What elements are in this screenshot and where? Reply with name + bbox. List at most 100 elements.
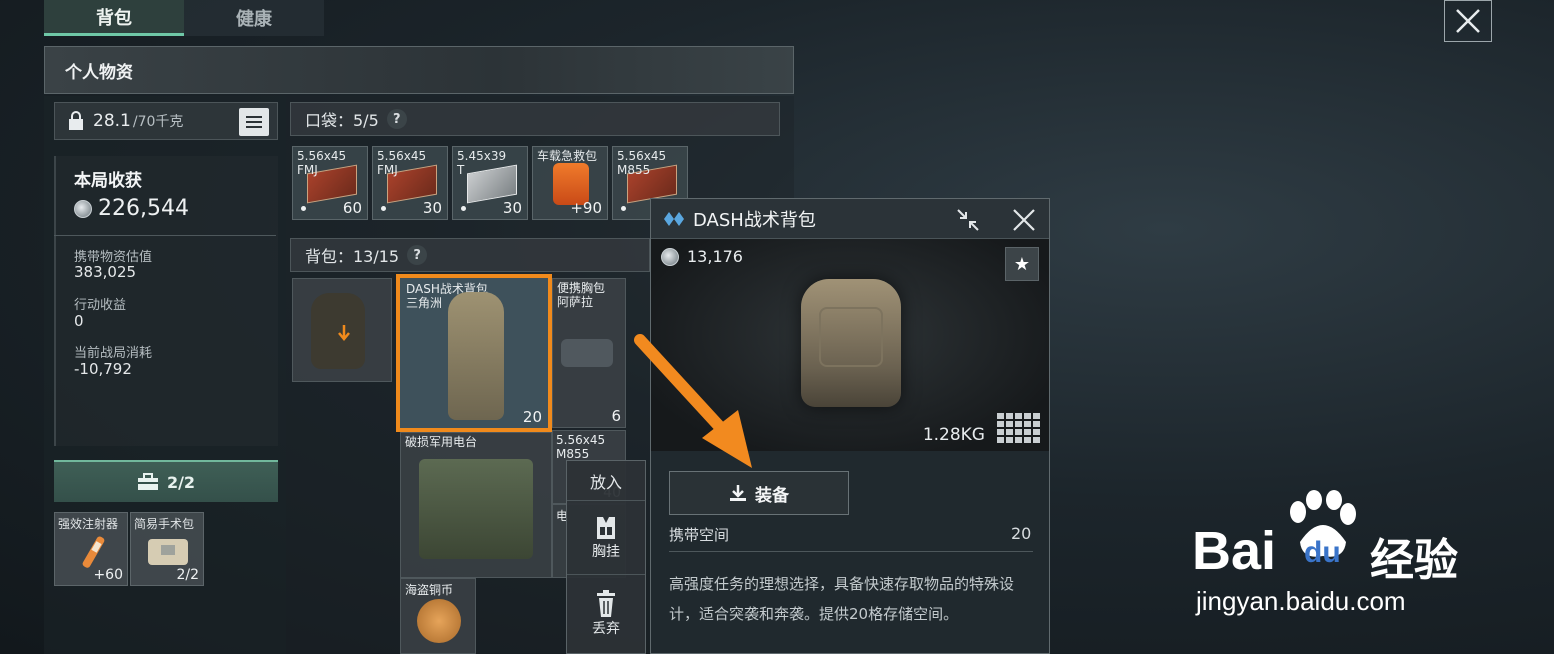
equip-label: 装备 xyxy=(755,485,789,506)
secure-slot-button[interactable]: 2/2 xyxy=(54,460,278,502)
favorite-button[interactable]: ★ xyxy=(1005,247,1039,281)
pocket-item-name: 5.56x45 FMJ xyxy=(377,149,427,177)
pockets-header: 口袋：5/5 ? xyxy=(290,102,780,136)
detail-backpack-image xyxy=(801,279,901,407)
backpack-header-label: 背包：13/15 xyxy=(305,247,400,266)
context-menu: 放入 胸挂 丢弃 xyxy=(566,460,646,654)
backpack-header: 背包：13/15 ? xyxy=(290,238,650,272)
radio-icon xyxy=(419,459,533,559)
slot-item-count: 2/2 xyxy=(176,567,199,583)
help-icon[interactable]: ? xyxy=(407,245,428,265)
menu-discard[interactable]: 丢弃 xyxy=(567,575,645,653)
item-name: 破损军用电台 xyxy=(405,435,478,449)
cost-value: -10,792 xyxy=(74,360,132,378)
watermark-url: jingyan.baidu.com xyxy=(1196,586,1406,616)
collapse-icon[interactable] xyxy=(955,207,981,233)
pirate-coin-icon xyxy=(417,599,461,643)
pocket-item[interactable]: 5.56x45 FMJ 30 xyxy=(372,146,448,220)
pocket-item-name: 车载急救包 xyxy=(537,149,598,163)
watermark-du: du xyxy=(1304,536,1341,569)
item-sub: 阿萨拉 xyxy=(557,295,594,309)
pocket-item[interactable]: 5.45x39 T 30 xyxy=(452,146,528,220)
slot-item-surgery-kit[interactable]: 简易手术包 2/2 xyxy=(130,512,204,586)
earnings-total-value: 226,544 xyxy=(98,196,189,221)
earnings-total: 226,544 xyxy=(74,196,189,221)
rarity-diamond-icon xyxy=(664,211,684,226)
chest-rig-icon xyxy=(597,516,615,539)
help-icon[interactable]: ? xyxy=(386,109,407,129)
pocket-item-count: 60 xyxy=(342,199,362,217)
weight-lock-icon xyxy=(69,111,83,130)
item-capacity: 6 xyxy=(611,407,621,425)
weight-current: 28.1 xyxy=(93,111,131,131)
close-button[interactable] xyxy=(1444,0,1492,42)
backpack-item-radio[interactable]: 破损军用电台 xyxy=(400,432,552,578)
secure-slot-count: 2/2 xyxy=(166,472,196,492)
slot-item-injector[interactable]: 强效注射器 +60 xyxy=(54,512,128,586)
close-icon xyxy=(1456,9,1480,33)
detail-header: DASH战术背包 xyxy=(651,199,1049,239)
menu-chest-rig-label: 胸挂 xyxy=(592,543,620,560)
detail-close-icon[interactable] xyxy=(1011,207,1037,233)
backpack-item-dash[interactable]: DASH战术背包 三角洲 20 xyxy=(396,274,552,432)
pocket-item-count: 30 xyxy=(502,199,522,217)
detail-price-value: 13,176 xyxy=(687,247,743,266)
pocket-item-name: 5.45x39 T xyxy=(457,149,507,177)
section-title: 个人物资 xyxy=(44,46,794,94)
pocket-item[interactable]: 车载急救包 +90 xyxy=(532,146,608,220)
trash-icon xyxy=(597,590,615,617)
backpack-item-bag[interactable] xyxy=(292,278,392,382)
slot-item-name: 强效注射器 xyxy=(58,517,119,531)
tab-backpack[interactable]: 背包 xyxy=(44,0,184,36)
cost-label: 当前战局消耗 xyxy=(74,346,153,361)
watermark-suffix: 经验 xyxy=(1370,536,1458,585)
star-icon: ★ xyxy=(1013,253,1031,275)
detail-title: DASH战术背包 xyxy=(693,209,816,231)
briefcase-icon xyxy=(137,473,158,490)
pocket-item-count: +90 xyxy=(570,199,602,217)
backpack-item-chest-bag[interactable]: 便携胸包 阿萨拉 6 xyxy=(552,278,626,428)
pocket-item-count: 30 xyxy=(422,199,442,217)
tutorial-arrow-icon xyxy=(634,334,752,468)
list-view-button[interactable] xyxy=(239,108,269,136)
coin-icon xyxy=(661,247,679,266)
item-name: 海盗铜币 xyxy=(405,583,454,597)
pocket-item-name: 5.56x45 FMJ xyxy=(297,149,347,177)
item-capacity: 20 xyxy=(522,408,542,426)
pocket-item[interactable]: 5.56x45 FMJ 60 xyxy=(292,146,368,220)
detail-weight: 1.28KG xyxy=(922,425,985,445)
dash-backpack-icon xyxy=(448,292,504,420)
pockets-header-label: 口袋：5/5 xyxy=(305,111,379,130)
watermark-brand: Bai xyxy=(1192,521,1277,581)
tab-bar: 背包 健康 xyxy=(44,0,324,38)
item-name: 5.56x45 M855 xyxy=(556,433,606,461)
menu-discard-label: 丢弃 xyxy=(592,621,620,637)
item-name: 便携胸包 xyxy=(557,281,606,295)
arrow-down-icon xyxy=(338,325,350,341)
baidu-jingyan-watermark: Bai du 经验 jingyan.baidu.com xyxy=(1192,490,1482,620)
capacity-value: 20 xyxy=(1011,524,1032,543)
slot-item-name: 简易手术包 xyxy=(134,517,195,531)
action-value: 0 xyxy=(74,312,84,330)
capacity-label: 携带空间 xyxy=(669,526,730,544)
detail-price: 13,176 xyxy=(661,247,743,266)
action-label: 行动收益 xyxy=(74,298,127,313)
menu-chest-rig[interactable]: 胸挂 xyxy=(567,501,645,575)
slot-item-count: +60 xyxy=(93,567,123,583)
weight-indicator: 28.1 /70千克 xyxy=(54,102,278,140)
menu-put-in-label: 放入 xyxy=(589,472,622,492)
grid-size-icon xyxy=(997,413,1040,443)
chest-bag-icon xyxy=(561,339,613,367)
pocket-item-name: 5.56x45 M855 xyxy=(617,149,667,177)
coin-icon xyxy=(74,199,92,218)
tab-health[interactable]: 健康 xyxy=(184,0,324,36)
divider xyxy=(54,235,276,236)
weight-max: /70千克 xyxy=(132,114,184,130)
divider xyxy=(669,551,1033,552)
carried-value: 383,025 xyxy=(74,263,137,281)
item-description: 高强度任务的理想选择，具备快速存取物品的特殊设计，适合突袭和奔袭。提供20格存储… xyxy=(669,575,1015,623)
backpack-item-coin[interactable]: 海盗铜币 xyxy=(400,578,476,654)
earnings-title: 本局收获 xyxy=(74,171,142,191)
download-icon xyxy=(730,485,746,501)
surgery-kit-icon xyxy=(148,539,188,565)
